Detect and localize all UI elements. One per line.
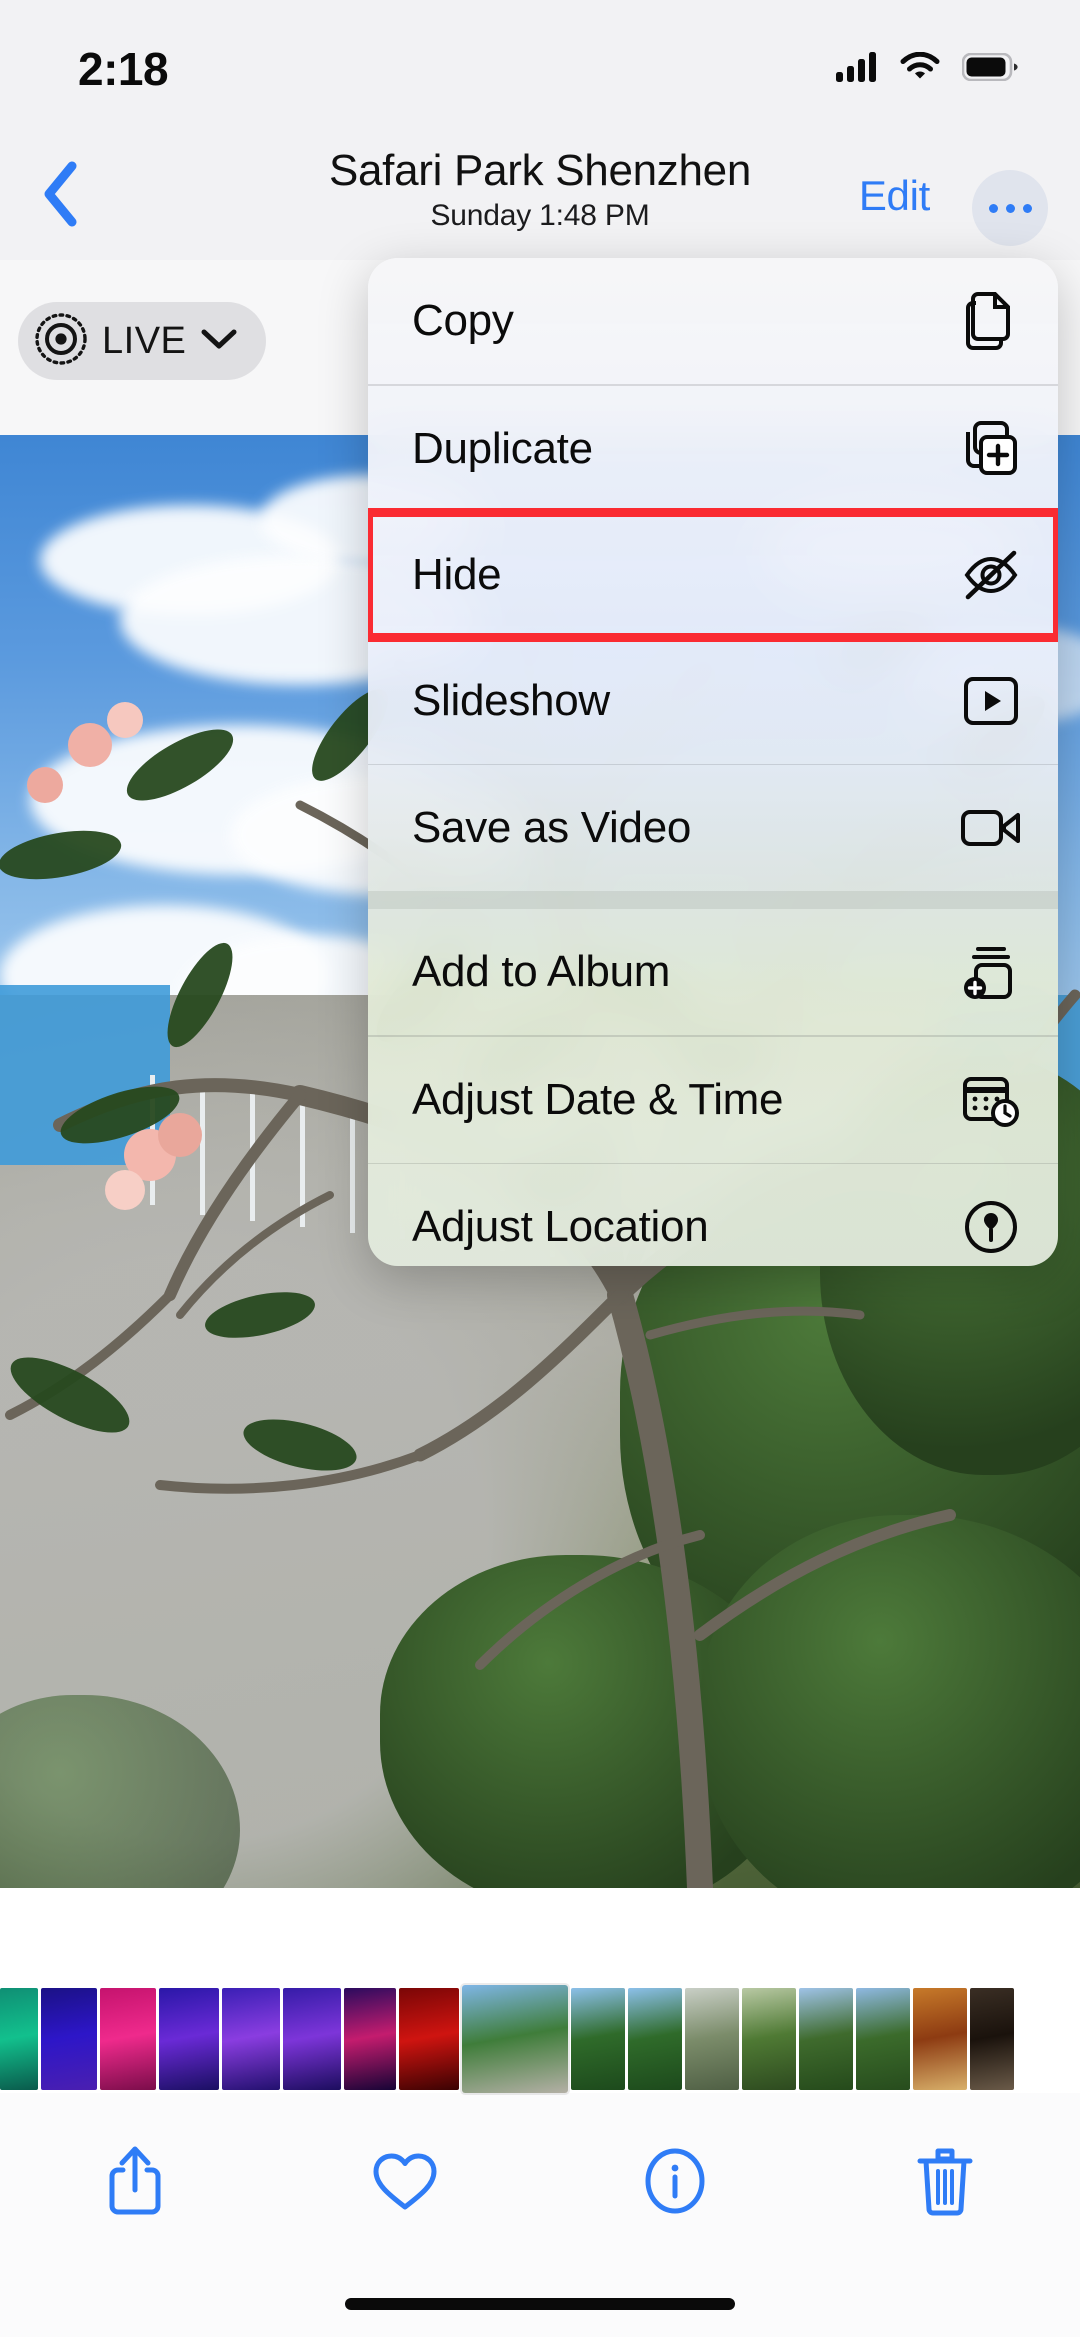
- status-bar-indicators: [836, 46, 1018, 87]
- edit-button[interactable]: Edit: [859, 172, 930, 220]
- filmstrip-thumbnail[interactable]: [399, 1988, 459, 2090]
- filmstrip-thumbnail[interactable]: [344, 1988, 396, 2090]
- more-options-button[interactable]: [972, 170, 1048, 246]
- back-button[interactable]: [18, 150, 104, 242]
- menu-item-label: Adjust Location: [412, 1202, 708, 1252]
- filmstrip-thumbnail-selected[interactable]: [462, 1985, 568, 2093]
- info-circle-icon: [642, 2148, 708, 2219]
- filmstrip-thumbnail[interactable]: [685, 1988, 739, 2090]
- status-bar: 2:18: [0, 0, 1080, 132]
- filmstrip-thumbnail[interactable]: [0, 1988, 38, 2090]
- info-button[interactable]: [615, 2128, 735, 2238]
- live-photo-label: LIVE: [102, 320, 186, 363]
- menu-item-adjust-location[interactable]: Adjust Location: [368, 1164, 1058, 1266]
- filmstrip-thumbnail[interactable]: [742, 1988, 796, 2090]
- cellular-signal-icon: [836, 52, 878, 87]
- filmstrip-thumbnail[interactable]: [283, 1988, 341, 2090]
- menu-item-label: Slideshow: [412, 676, 610, 726]
- filmstrip-thumbnail[interactable]: [628, 1988, 682, 2090]
- wifi-icon: [900, 52, 940, 87]
- eye-slash-icon: [960, 544, 1022, 606]
- location-pin-circle-icon: [960, 1196, 1022, 1258]
- home-indicator: [345, 2298, 735, 2310]
- photo-context-menu[interactable]: Copy Duplicate Hide: [368, 258, 1058, 1266]
- menu-item-duplicate[interactable]: Duplicate: [368, 386, 1058, 512]
- live-photo-icon: [34, 312, 88, 371]
- filmstrip-thumbnail[interactable]: [571, 1988, 625, 2090]
- heart-icon: [370, 2149, 440, 2218]
- filmstrip-thumbnail[interactable]: [856, 1988, 910, 2090]
- ellipsis-circle-icon: [989, 204, 1032, 213]
- menu-item-label: Save as Video: [412, 803, 691, 853]
- menu-item-copy[interactable]: Copy: [368, 258, 1058, 384]
- play-rectangle-icon: [960, 670, 1022, 732]
- menu-item-label: Adjust Date & Time: [412, 1075, 783, 1125]
- filmstrip-thumbnail[interactable]: [100, 1988, 156, 2090]
- favorite-button[interactable]: [345, 2128, 465, 2238]
- menu-item-save-as-video[interactable]: Save as Video: [368, 765, 1058, 891]
- chevron-left-icon: [41, 161, 81, 232]
- photo-filmstrip[interactable]: [0, 1985, 1080, 2093]
- menu-item-label: Copy: [412, 296, 514, 346]
- share-up-arrow-icon: [106, 2144, 164, 2223]
- bottom-toolbar: [0, 2118, 1080, 2248]
- filmstrip-thumbnail[interactable]: [970, 1988, 1014, 2090]
- live-photo-toggle[interactable]: LIVE: [18, 302, 266, 380]
- menu-item-label: Add to Album: [412, 947, 670, 997]
- delete-button[interactable]: [885, 2128, 1005, 2238]
- plus-square-on-square-icon: [960, 418, 1022, 480]
- filmstrip-thumbnail[interactable]: [159, 1988, 219, 2090]
- menu-item-label: Duplicate: [412, 424, 593, 474]
- doc-on-doc-icon: [960, 290, 1022, 352]
- filmstrip-thumbnail[interactable]: [799, 1988, 853, 2090]
- trash-icon: [916, 2145, 974, 2222]
- rectangle-stack-plus-icon: [960, 941, 1022, 1003]
- menu-item-add-to-album[interactable]: Add to Album: [368, 909, 1058, 1035]
- status-bar-time: 2:18: [78, 46, 168, 92]
- calendar-clock-icon: [960, 1069, 1022, 1131]
- menu-item-label: Hide: [412, 550, 501, 600]
- chevron-down-icon: [200, 327, 238, 356]
- video-camera-icon: [960, 797, 1022, 859]
- filmstrip-thumbnail[interactable]: [41, 1988, 97, 2090]
- menu-item-adjust-date-time[interactable]: Adjust Date & Time: [368, 1037, 1058, 1163]
- menu-section-divider: [368, 891, 1058, 909]
- battery-icon: [962, 53, 1018, 86]
- filmstrip-thumbnail[interactable]: [222, 1988, 280, 2090]
- navigation-bar: Safari Park Shenzhen Sunday 1:48 PM Edit: [0, 132, 1080, 260]
- menu-item-slideshow[interactable]: Slideshow: [368, 638, 1058, 764]
- filmstrip-thumbnail[interactable]: [913, 1988, 967, 2090]
- menu-item-hide[interactable]: Hide: [368, 512, 1058, 638]
- share-button[interactable]: [75, 2128, 195, 2238]
